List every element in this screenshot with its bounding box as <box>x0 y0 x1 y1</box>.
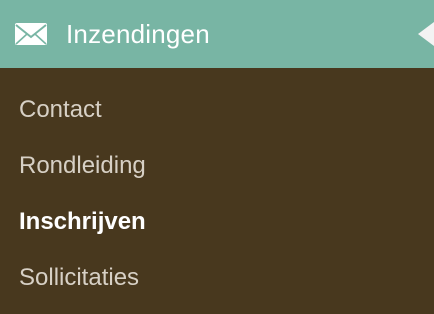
envelope-icon <box>14 22 48 46</box>
admin-side-menu: Inzendingen Contact Rondleiding Inschrij… <box>0 0 434 314</box>
submenu-list: Contact Rondleiding Inschrijven Sollicit… <box>0 68 434 306</box>
current-menu-pointer <box>418 22 434 46</box>
submenu-item-sollicitaties[interactable]: Sollicitaties <box>0 250 434 306</box>
submenu-item-rondleiding[interactable]: Rondleiding <box>0 138 434 194</box>
submenu-item-contact[interactable]: Contact <box>0 82 434 138</box>
menu-header-title: Inzendingen <box>66 19 210 49</box>
submenu-item-inschrijven[interactable]: Inschrijven <box>0 194 434 250</box>
menu-header-inzendingen[interactable]: Inzendingen <box>0 0 434 68</box>
